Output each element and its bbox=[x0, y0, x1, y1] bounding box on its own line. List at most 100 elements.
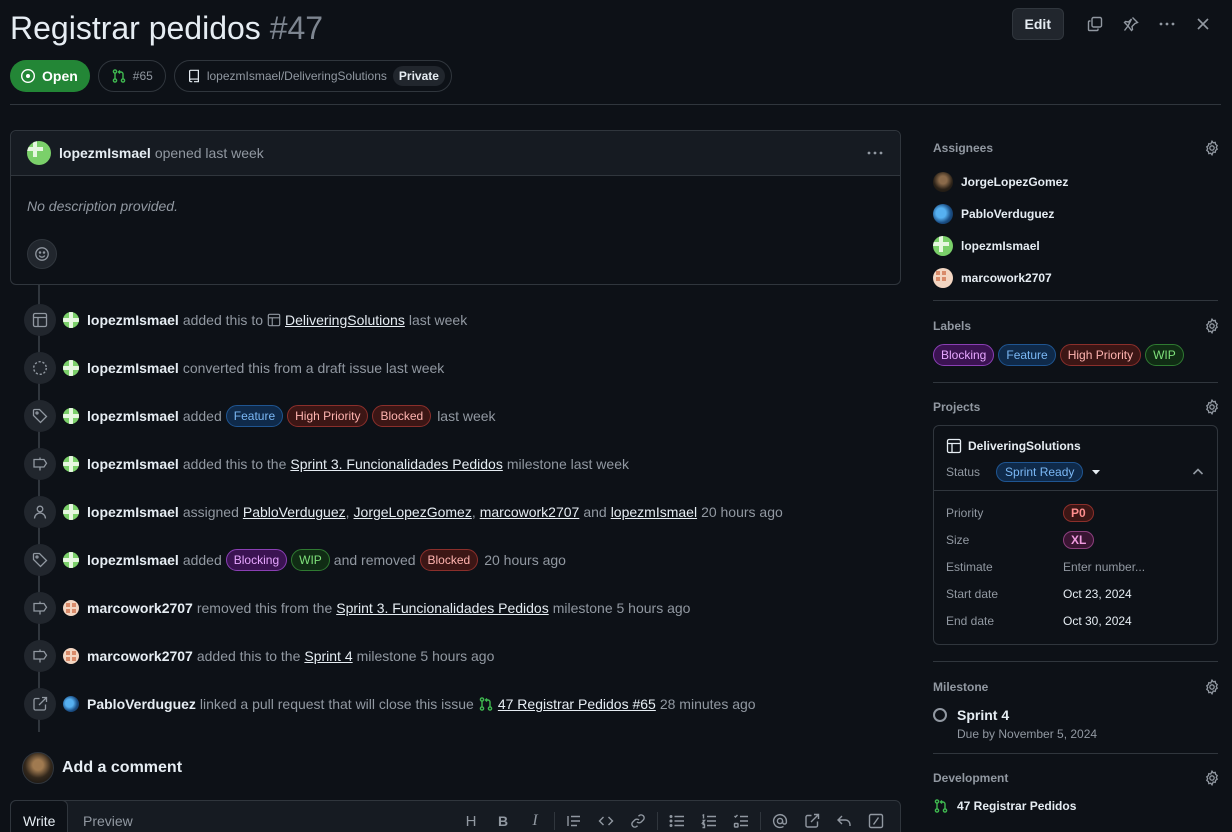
label-wip[interactable]: WIP bbox=[1145, 344, 1184, 366]
user-avatar[interactable] bbox=[63, 408, 79, 424]
edit-button[interactable]: Edit bbox=[1011, 8, 1064, 40]
label-high-priority[interactable]: High Priority bbox=[287, 405, 369, 427]
label-high-priority[interactable]: High Priority bbox=[1059, 344, 1142, 366]
timeline-actor[interactable]: lopezmIsmael bbox=[87, 312, 179, 328]
assignee-item[interactable]: marcowork2707 bbox=[933, 262, 1218, 294]
slash-command-icon[interactable] bbox=[860, 809, 892, 832]
label-blocking[interactable]: Blocking bbox=[225, 549, 288, 571]
user-avatar[interactable] bbox=[63, 648, 79, 664]
timeline-item: lopezmIsmael added Feature High Priority… bbox=[24, 400, 496, 432]
timeline-actor[interactable]: lopezmIsmael bbox=[87, 552, 179, 568]
timeline-actor[interactable]: marcowork2707 bbox=[87, 648, 193, 664]
gear-icon[interactable] bbox=[1204, 399, 1220, 415]
comment-more-icon[interactable] bbox=[866, 145, 884, 161]
bold-button[interactable]: B bbox=[487, 809, 519, 832]
label-blocking[interactable]: Blocking bbox=[933, 344, 995, 366]
timeline-actor[interactable]: PabloVerduguez bbox=[87, 696, 196, 712]
milestone-item[interactable]: Sprint 4 bbox=[933, 707, 1218, 723]
assignee-name: PabloVerduguez bbox=[961, 207, 1055, 221]
label-blocked[interactable]: Blocked bbox=[372, 405, 432, 427]
assignee-avatar bbox=[933, 204, 953, 224]
user-avatar[interactable] bbox=[63, 312, 79, 328]
reference-icon[interactable] bbox=[796, 809, 828, 832]
linked-pr-pill[interactable]: #65 bbox=[97, 60, 166, 92]
field-size[interactable]: Size XL bbox=[946, 526, 1205, 553]
pull-request-link[interactable]: 47 Registrar Pedidos #65 bbox=[498, 696, 656, 712]
toolbar-divider bbox=[554, 812, 555, 830]
assignee-item[interactable]: lopezmIsmael bbox=[933, 230, 1218, 262]
field-end-date[interactable]: End date Oct 30, 2024 bbox=[946, 607, 1205, 634]
field-key: End date bbox=[946, 613, 995, 628]
assigned-user-link[interactable]: lopezmIsmael bbox=[611, 504, 697, 520]
user-avatar[interactable] bbox=[63, 504, 79, 520]
user-avatar[interactable] bbox=[63, 696, 79, 712]
user-avatar[interactable] bbox=[63, 600, 79, 616]
tag-icon bbox=[24, 544, 56, 576]
heading-button[interactable]: H bbox=[455, 809, 487, 832]
gear-icon[interactable] bbox=[1204, 770, 1220, 786]
label-wip[interactable]: WIP bbox=[291, 549, 330, 571]
copy-icon[interactable] bbox=[1080, 8, 1110, 40]
comment-author[interactable]: lopezmIsmael bbox=[59, 145, 151, 161]
timeline-actor[interactable]: lopezmIsmael bbox=[87, 504, 179, 520]
add-reaction-icon[interactable] bbox=[27, 239, 57, 269]
gear-icon[interactable] bbox=[1204, 140, 1220, 156]
assigned-user-link[interactable]: marcowork2707 bbox=[480, 504, 580, 520]
field-priority[interactable]: Priority P0 bbox=[946, 499, 1205, 526]
field-estimate[interactable]: Estimate Enter number... bbox=[946, 553, 1205, 580]
editor-toolbar: H B I bbox=[455, 809, 892, 832]
ordered-list-icon[interactable] bbox=[693, 809, 725, 832]
cross-reference-icon bbox=[24, 688, 56, 720]
chevron-up-icon[interactable] bbox=[1191, 465, 1205, 479]
timeline-time: milestone 5 hours ago bbox=[356, 648, 495, 664]
gear-icon[interactable] bbox=[1204, 679, 1220, 695]
timeline-action: assigned bbox=[182, 504, 239, 520]
link-icon[interactable] bbox=[622, 809, 654, 832]
field-start-date[interactable]: Start date Oct 23, 2024 bbox=[946, 580, 1205, 607]
timeline-actor[interactable]: lopezmIsmael bbox=[87, 456, 179, 472]
mention-icon[interactable] bbox=[764, 809, 796, 832]
pull-request-icon bbox=[934, 799, 948, 813]
label-blocked[interactable]: Blocked bbox=[419, 549, 479, 571]
pin-icon[interactable] bbox=[1116, 8, 1146, 40]
task-list-icon[interactable] bbox=[725, 809, 757, 832]
user-avatar[interactable] bbox=[63, 552, 79, 568]
label-feature[interactable]: Feature bbox=[998, 344, 1056, 366]
assignee-item[interactable]: JorgeLopezGomez bbox=[933, 166, 1218, 198]
timeline-time: 20 hours ago bbox=[701, 504, 783, 520]
close-icon[interactable] bbox=[1188, 8, 1218, 40]
add-comment-header: Add a comment bbox=[22, 752, 182, 784]
development-section-header: Development bbox=[933, 768, 1220, 788]
timeline-actor[interactable]: lopezmIsmael bbox=[87, 408, 179, 424]
unordered-list-icon[interactable] bbox=[661, 809, 693, 832]
label-feature[interactable]: Feature bbox=[225, 405, 284, 427]
gear-icon[interactable] bbox=[1204, 318, 1220, 334]
milestone-link[interactable]: Sprint 3. Funcionalidades Pedidos bbox=[336, 600, 548, 616]
status-value[interactable]: Sprint Ready bbox=[996, 462, 1084, 482]
user-avatar[interactable] bbox=[63, 360, 79, 376]
tab-preview[interactable]: Preview bbox=[83, 801, 133, 832]
tab-write[interactable]: Write bbox=[10, 800, 69, 832]
code-icon[interactable] bbox=[590, 809, 622, 832]
assigned-user-link[interactable]: PabloVerduguez bbox=[243, 504, 346, 520]
project-link[interactable]: DeliveringSolutions bbox=[285, 312, 405, 328]
author-avatar[interactable] bbox=[27, 141, 51, 165]
assignee-item[interactable]: PabloVerduguez bbox=[933, 198, 1218, 230]
italic-button[interactable]: I bbox=[519, 809, 551, 832]
timeline-actor[interactable]: lopezmIsmael bbox=[87, 360, 179, 376]
quote-icon[interactable] bbox=[558, 809, 590, 832]
project-name-row[interactable]: DeliveringSolutions bbox=[946, 438, 1205, 454]
timeline-actor[interactable]: marcowork2707 bbox=[87, 600, 193, 616]
reply-icon[interactable] bbox=[828, 809, 860, 832]
more-options-icon[interactable] bbox=[1152, 8, 1182, 40]
linked-pr-item[interactable]: 47 Registrar Pedidos bbox=[933, 798, 1218, 814]
milestone-link[interactable]: Sprint 4 bbox=[304, 648, 352, 664]
timeline-item: lopezmIsmael converted this from a draft… bbox=[24, 352, 444, 384]
assigned-user-link[interactable]: JorgeLopezGomez bbox=[354, 504, 472, 520]
repo-pill[interactable]: lopezmIsmael/DeliveringSolutions Private bbox=[173, 60, 452, 92]
timeline-item: lopezmIsmael assigned PabloVerduguez, Jo… bbox=[24, 496, 783, 528]
status-dropdown-icon[interactable] bbox=[1091, 467, 1101, 477]
milestone-link[interactable]: Sprint 3. Funcionalidades Pedidos bbox=[290, 456, 502, 472]
estimate-input[interactable]: Enter number... bbox=[1063, 560, 1145, 574]
user-avatar[interactable] bbox=[63, 456, 79, 472]
